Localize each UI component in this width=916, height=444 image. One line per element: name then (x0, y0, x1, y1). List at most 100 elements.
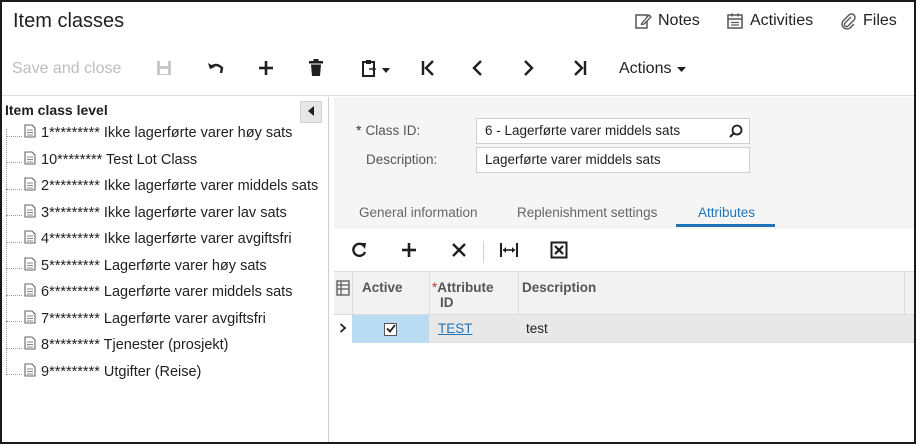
tree-item-label: 9********* Utgifter (Reise) (41, 363, 202, 380)
chevron-right-icon (519, 59, 537, 82)
page-title: Item classes (13, 10, 125, 32)
save-and-close-button[interactable]: Save and close (12, 60, 121, 78)
column-header-attribute-id[interactable]: *Attribute ID (432, 280, 494, 310)
table-row[interactable]: TEST test (334, 315, 914, 343)
previous-record-button[interactable] (464, 56, 492, 84)
plus-icon (257, 59, 275, 82)
tree-connector (6, 215, 22, 216)
attributes-grid: Active *Attribute ID Description TEST te… (334, 271, 914, 442)
tree-item-label: 1********* Ikke lagerførte varer høy sat… (41, 125, 293, 141)
class-id-label: * Class ID: (356, 122, 421, 138)
tree-connector (6, 268, 22, 269)
document-icon (24, 230, 36, 248)
save-button[interactable] (150, 56, 178, 84)
fit-to-width-icon (499, 241, 519, 264)
active-tab-indicator (676, 224, 775, 227)
first-record-button[interactable] (414, 56, 442, 84)
search-icon[interactable] (729, 124, 743, 141)
refresh-button[interactable] (346, 239, 372, 265)
floppy-disk-icon (155, 59, 173, 82)
tree-item-label: 8********* Tjenester (prosjekt) (41, 337, 229, 353)
files-label: Files (863, 12, 897, 29)
document-icon (24, 203, 36, 222)
undo-button[interactable] (202, 56, 230, 84)
class-id-value: 6 - Lagerførte varer middels sats (485, 123, 681, 138)
refresh-icon (350, 241, 368, 264)
checkmark-icon (385, 320, 396, 338)
document-icon (24, 177, 36, 195)
document-icon (24, 124, 36, 142)
tree-item[interactable]: 4********* Ikke lagerførte varer avgifts… (6, 226, 326, 252)
tree-item-label: 7********* Lagerførte varer avgiftsfri (41, 310, 266, 327)
active-cell[interactable] (352, 315, 429, 343)
tree-connector (6, 162, 22, 163)
activities-link[interactable]: Activities (726, 12, 813, 30)
trash-icon (307, 58, 325, 83)
tree-item-label: 2********* Ikke lagerførte varer middels… (41, 178, 319, 194)
document-icon (24, 256, 36, 275)
delete-button[interactable] (302, 56, 330, 84)
tab-attributes[interactable]: Attributes (698, 205, 755, 220)
description-field[interactable]: Lagerførte varer middels sats (476, 147, 750, 173)
column-divider (904, 272, 905, 316)
tab-replenishment-settings[interactable]: Replenishment settings (517, 205, 657, 220)
main-toolbar: Save and close Actions (2, 44, 914, 96)
paperclip-icon (839, 12, 857, 30)
tree-connector (6, 374, 22, 375)
tab-general-information[interactable]: General information (359, 205, 478, 220)
row-selector[interactable] (334, 315, 352, 343)
tree-item[interactable]: 8********* Tjenester (prosjekt) (6, 332, 326, 358)
tree-item[interactable]: 10******** Test Lot Class (6, 147, 326, 173)
plus-icon (400, 241, 418, 264)
actions-menu-button[interactable]: Actions (619, 60, 687, 78)
attribute-description[interactable]: test (526, 321, 548, 336)
last-record-icon (571, 59, 589, 82)
attribute-id-link[interactable]: TEST (438, 321, 473, 336)
add-row-button[interactable] (396, 239, 422, 265)
tree-item[interactable]: 3********* Ikke lagerførte varer lav sat… (6, 200, 326, 226)
tree-item-label: 6********* Lagerførte varer middels sats (41, 284, 293, 300)
export-excel-button[interactable] (546, 239, 572, 265)
tree-item[interactable]: 7********* Lagerførte varer avgiftsfri (6, 306, 326, 332)
tree-item[interactable]: 2********* Ikke lagerførte varer middels… (6, 173, 326, 199)
description-label: Description: (366, 152, 438, 167)
class-id-field[interactable]: 6 - Lagerførte varer middels sats (476, 118, 750, 144)
notes-link[interactable]: Notes (634, 12, 700, 30)
tree-item[interactable]: 5********* Lagerførte varer høy sats (6, 253, 326, 279)
document-icon (24, 150, 36, 169)
undo-icon (206, 59, 226, 82)
tree-item-label: 4********* Ikke lagerførte varer avgifts… (41, 231, 292, 247)
grid-header: Active *Attribute ID Description (334, 271, 914, 316)
chevron-down-icon (382, 61, 390, 79)
clipboard-menu-button[interactable] (354, 56, 396, 84)
fit-columns-button[interactable] (496, 239, 522, 265)
grid-toolbar (334, 231, 914, 271)
title-bar: Item classes Notes Activities Files (2, 2, 914, 44)
calendar-icon (726, 12, 744, 30)
active-checkbox[interactable] (384, 320, 397, 338)
column-header-active[interactable]: Active (362, 280, 403, 295)
files-link[interactable]: Files (839, 12, 897, 30)
tree-connector (6, 241, 22, 243)
document-icon (24, 283, 36, 301)
description-value: Lagerførte varer middels sats (485, 152, 661, 167)
tree-item[interactable]: 6********* Lagerførte varer middels sats (6, 279, 326, 305)
close-icon (450, 241, 468, 264)
document-icon (24, 309, 36, 328)
form-panel: * Class ID: 6 - Lagerførte varer middels … (334, 97, 914, 442)
column-header-description[interactable]: Description (522, 280, 596, 295)
delete-row-button[interactable] (446, 239, 472, 265)
row-selector-icon[interactable] (336, 280, 350, 301)
next-record-button[interactable] (514, 56, 542, 84)
column-divider (429, 272, 430, 316)
tree-item[interactable]: 9********* Utgifter (Reise) (6, 359, 326, 385)
add-button[interactable] (252, 56, 280, 84)
last-record-button[interactable] (566, 56, 594, 84)
tree-item[interactable]: 1********* Ikke lagerførte varer høy sat… (6, 120, 326, 146)
document-icon (24, 336, 36, 354)
tree-item-label: 5********* Lagerførte varer høy sats (41, 257, 267, 274)
actions-label: Actions (619, 60, 672, 77)
tabs-bar: General information Replenishment settin… (334, 197, 914, 229)
tree-item-label: 10******** Test Lot Class (41, 151, 198, 168)
first-record-icon (419, 59, 437, 82)
